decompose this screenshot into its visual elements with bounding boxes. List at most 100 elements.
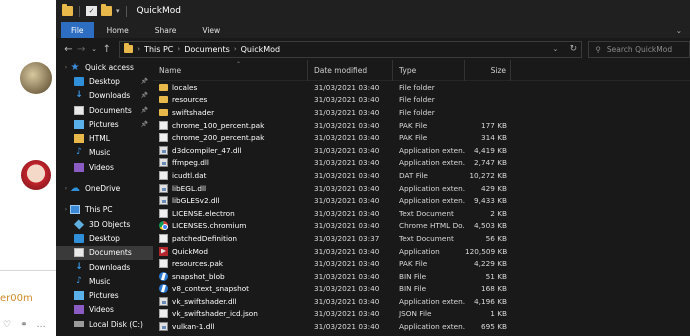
up-button[interactable]: ↑ <box>100 44 113 55</box>
file-name: v8_context_snapshot <box>172 284 250 294</box>
tab-file[interactable]: File <box>61 22 94 38</box>
nav-item[interactable]: ♪ Music <box>56 146 153 160</box>
nav-item[interactable]: Desktop 📌 <box>56 74 153 88</box>
forward-button[interactable]: → <box>75 44 88 55</box>
file-row[interactable]: d3dcompiler_47.dll 31/03/2021 03:40 Applic… <box>153 144 690 157</box>
properties-icon[interactable]: ✓ <box>86 6 97 16</box>
file-date: 31/03/2021 03:40 <box>314 246 380 256</box>
window-title: QuickMod <box>136 6 181 16</box>
column-header-name[interactable]: Name <box>153 59 308 81</box>
file-type: Application exten... <box>399 145 465 155</box>
file-row[interactable]: snapshot_blob 31/03/2021 03:40 BIN File 51 … <box>153 270 690 283</box>
file-row[interactable]: vk_swiftshader.dll 31/03/2021 03:40 Applic… <box>153 295 690 308</box>
file-type: File folder <box>399 107 435 117</box>
nav-item[interactable]: Documents <box>56 245 153 260</box>
music-icon: ♪ <box>76 275 82 286</box>
breadcrumb-documents[interactable]: Documents <box>184 45 230 54</box>
file-row[interactable]: vk_swiftshader_icd.json 31/03/2021 03:40 J… <box>153 308 690 321</box>
breadcrumb-this-pc[interactable]: This PC <box>144 45 173 54</box>
file-type: Chrome HTML Do... <box>399 221 465 231</box>
new-folder-icon[interactable] <box>101 4 112 16</box>
file-name-cell: libGLESv2.dll <box>153 196 308 206</box>
file-row[interactable]: QuickMod 31/03/2021 03:40 Application 120,5… <box>153 245 690 258</box>
file-row[interactable]: chrome_200_percent.pak 31/03/2021 03:40 PA… <box>153 131 690 144</box>
chevron-right-icon[interactable]: › <box>137 45 140 53</box>
file-name-cell: resources <box>153 95 308 104</box>
3d-objects-icon <box>73 219 85 230</box>
nav-item[interactable]: ↓ Downloads <box>56 260 153 274</box>
address-bar[interactable]: › This PC › Documents › QuickMod ⌄ ↻ <box>119 40 583 58</box>
file-name-cell: d3dcompiler_47.dll <box>153 145 308 155</box>
file-date: 31/03/2021 03:40 <box>314 322 380 332</box>
file-row[interactable]: LICENSE.electron 31/03/2021 03:40 Text Doc… <box>153 207 690 220</box>
breadcrumb-quickmod[interactable]: QuickMod <box>241 45 281 54</box>
file-size: 168 KB <box>480 284 507 294</box>
nav-item[interactable]: Videos <box>56 303 153 317</box>
expand-chevron-icon[interactable]: › <box>62 206 70 213</box>
column-header-size[interactable]: Size <box>465 59 511 81</box>
file-row[interactable]: v8_context_snapshot 31/03/2021 03:40 BIN F… <box>153 283 690 296</box>
chevron-down-icon[interactable]: ⌄ <box>547 45 563 53</box>
file-row[interactable]: locales 31/03/2021 03:40 File folder <box>153 81 690 94</box>
nav-item[interactable]: Local Disk (C:) <box>56 317 153 331</box>
back-button[interactable]: ← <box>62 44 75 55</box>
file-row[interactable]: libGLESv2.dll 31/03/2021 03:40 Application… <box>153 194 690 207</box>
nav-item-label: Desktop <box>89 76 120 86</box>
file-row[interactable]: libEGL.dll 31/03/2021 03:40 Application ex… <box>153 182 690 195</box>
nav-item[interactable]: Videos <box>56 160 153 174</box>
expand-chevron-icon[interactable]: › <box>62 185 70 192</box>
column-header-type[interactable]: Type <box>393 59 465 81</box>
file-row[interactable]: swiftshader 31/03/2021 03:40 File folder <box>153 106 690 119</box>
ribbon-expand[interactable]: ⌄ <box>676 22 690 38</box>
nav-item-label: 3D Objects <box>89 219 131 229</box>
customize-toolbar-icon[interactable]: ▾ <box>116 7 120 15</box>
nav-item[interactable]: › This PC <box>56 203 153 217</box>
file-name: resources <box>172 95 208 105</box>
expand-chevron-icon[interactable]: › <box>62 64 70 71</box>
download-icon: ↓ <box>75 90 83 101</box>
nav-item[interactable]: Desktop <box>56 231 153 245</box>
chevron-right-icon[interactable]: › <box>234 45 237 53</box>
file-name: chrome_200_percent.pak <box>172 133 265 143</box>
nav-item[interactable]: HTML <box>56 131 153 145</box>
nav-item[interactable]: ♪ Music <box>56 274 153 288</box>
address-row: ← → ⌄ ↑ › This PC › Documents › QuickMod… <box>56 38 690 60</box>
file-row[interactable]: vulkan-1.dll 31/03/2021 03:40 Application … <box>153 320 690 333</box>
search-input[interactable]: ⚲ Search QuickMod <box>588 40 690 58</box>
file-row[interactable]: chrome_100_percent.pak 31/03/2021 03:40 PA… <box>153 119 690 132</box>
nav-item[interactable]: ↓ Downloads 📌 <box>56 89 153 103</box>
nav-item[interactable]: Pictures <box>56 288 153 302</box>
file-icon <box>159 133 168 143</box>
file-row[interactable]: resources 31/03/2021 03:40 File folder <box>153 94 690 107</box>
column-headers: Name Date modified Type Size <box>153 59 690 81</box>
chevron-right-icon[interactable]: › <box>177 45 180 53</box>
chevron-down-icon[interactable]: ⌄ <box>676 26 682 35</box>
file-row[interactable]: patchedDefinition 31/03/2021 03:37 Text Do… <box>153 232 690 245</box>
file-row[interactable]: ffmpeg.dll 31/03/2021 03:40 Application ex… <box>153 157 690 170</box>
nav-item[interactable]: › ☁ OneDrive <box>56 181 153 195</box>
file-name: vk_swiftshader_icd.json <box>172 309 258 319</box>
folder-icon <box>62 4 73 16</box>
nav-item[interactable]: Documents 📌 <box>56 103 153 117</box>
nav-item[interactable]: › ★ Quick access <box>56 60 153 74</box>
refresh-icon[interactable]: ↻ <box>565 44 581 54</box>
file-date: 31/03/2021 03:40 <box>314 309 380 319</box>
tab-view[interactable]: View <box>189 22 233 38</box>
documents-icon <box>74 248 84 258</box>
file-name-cell: QuickMod <box>153 246 308 256</box>
tab-share[interactable]: Share <box>142 22 190 38</box>
nav-item[interactable]: Pictures 📌 <box>56 117 153 131</box>
column-header-date[interactable]: Date modified <box>308 59 393 81</box>
tab-home[interactable]: Home <box>94 22 142 38</box>
file-name: locales <box>172 82 198 92</box>
recent-locations-button[interactable]: ⌄ <box>88 45 101 53</box>
file-name: chrome_100_percent.pak <box>172 120 265 130</box>
file-type: BIN File <box>399 284 427 294</box>
nav-item[interactable]: 3D Objects <box>56 217 153 231</box>
navigation-pane: › ★ Quick access Desktop 📌 ↓ Downloads 📌 Documen… <box>56 60 153 336</box>
file-row[interactable]: icudtl.dat 31/03/2021 03:40 DAT File 10,272… <box>153 169 690 182</box>
file-name: QuickMod <box>172 246 209 256</box>
file-row[interactable]: resources.pak 31/03/2021 03:40 PAK File 4,2… <box>153 257 690 270</box>
file-row[interactable]: LICENSES.chromium 31/03/2021 03:40 Chrome … <box>153 220 690 233</box>
file-icon <box>159 170 168 180</box>
